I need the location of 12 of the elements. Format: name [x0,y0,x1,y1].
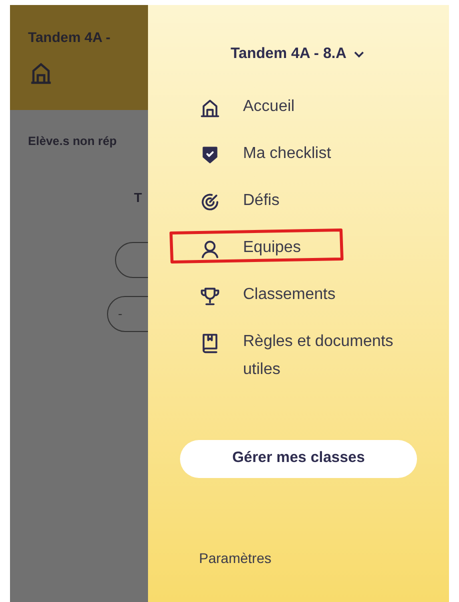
label-text: T [134,189,143,207]
menu-item[interactable]: Accueil [243,92,433,120]
menu-item[interactable]: Règles et documents utiles [243,328,433,384]
menu-item[interactable]: Ma checklist [243,140,433,168]
page-title: Tandem 4A - [28,28,112,47]
manage-classes-button[interactable]: Gérer mes classes [180,440,417,478]
menu-item[interactable]: Classements [243,280,433,308]
menu-item[interactable]: Equipes [243,234,433,262]
class-selector[interactable]: Tandem 4A - 8.A [230,43,366,66]
menu-item[interactable]: Défis [243,186,433,214]
section-title: Elève.s non rép [28,133,118,150]
settings-link[interactable]: Paramètres [199,548,449,568]
